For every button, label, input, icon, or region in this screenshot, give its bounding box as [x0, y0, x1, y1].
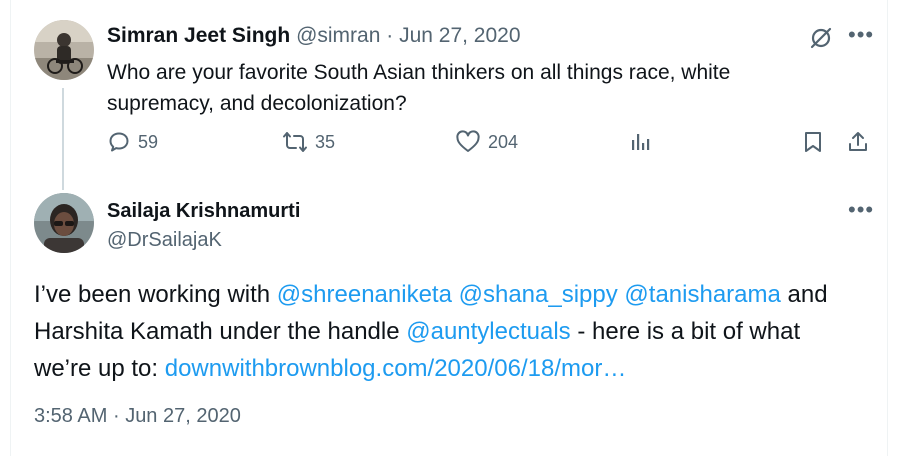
bookmark-icon [802, 130, 824, 154]
tweet-date[interactable]: Jun 27, 2020 [399, 24, 520, 47]
share-button[interactable] [846, 130, 870, 154]
more-icon[interactable]: ••• [848, 22, 874, 48]
mention-shreenaniketa[interactable]: @shreenaniketa [277, 281, 452, 308]
like-icon [455, 130, 481, 154]
avatar-simran[interactable] [34, 20, 94, 80]
tweet-date[interactable]: Jun 27, 2020 [125, 405, 241, 427]
share-icon [846, 130, 870, 154]
mention-tanisharama[interactable]: @tanisharama [624, 281, 780, 308]
separator-dot: · [386, 24, 394, 47]
external-link[interactable]: downwithbrownblog.com/2020/06/18/mor… [165, 355, 627, 382]
retweet-icon [282, 130, 308, 154]
reply-count: 59 [138, 131, 159, 152]
tweet1-header: Simran Jeet Singh @simran · Jun 27, 2020 [107, 24, 521, 48]
retweet-count: 35 [315, 131, 336, 152]
separator-dot: · [112, 405, 120, 427]
bookmark-button[interactable] [802, 130, 824, 154]
reply-button[interactable]: 59 [107, 130, 158, 154]
author-handle[interactable]: @simran [296, 24, 380, 47]
thread-connector-line [62, 88, 64, 190]
mention-shana-sippy[interactable]: @shana_sippy [459, 281, 618, 308]
tweet-time[interactable]: 3:58 AM [34, 405, 107, 427]
mention-auntylectuals[interactable]: @auntylectuals [406, 318, 570, 345]
views-icon [628, 130, 652, 154]
retweet-button[interactable]: 35 [282, 130, 335, 154]
reply-icon [107, 130, 131, 154]
tweet-timestamp[interactable]: 3:58 AM · Jun 27, 2020 [34, 405, 241, 428]
tweet1-text: Who are your favorite South Asian thinke… [107, 61, 731, 115]
tweet2-text: I’ve been working with @shreenaniketa @s… [34, 276, 864, 387]
author-handle[interactable]: @DrSailajaK [107, 229, 222, 252]
views-button[interactable] [628, 130, 652, 154]
text-segment: I’ve been working with [34, 281, 277, 308]
avatar-sailaja[interactable] [34, 193, 94, 253]
like-button[interactable]: 204 [455, 130, 518, 154]
author-name[interactable]: Sailaja Krishnamurti [107, 200, 300, 223]
like-count: 204 [488, 131, 519, 152]
author-name[interactable]: Simran Jeet Singh [107, 24, 290, 47]
more-icon[interactable]: ••• [848, 197, 874, 223]
grok-icon[interactable] [808, 25, 834, 56]
